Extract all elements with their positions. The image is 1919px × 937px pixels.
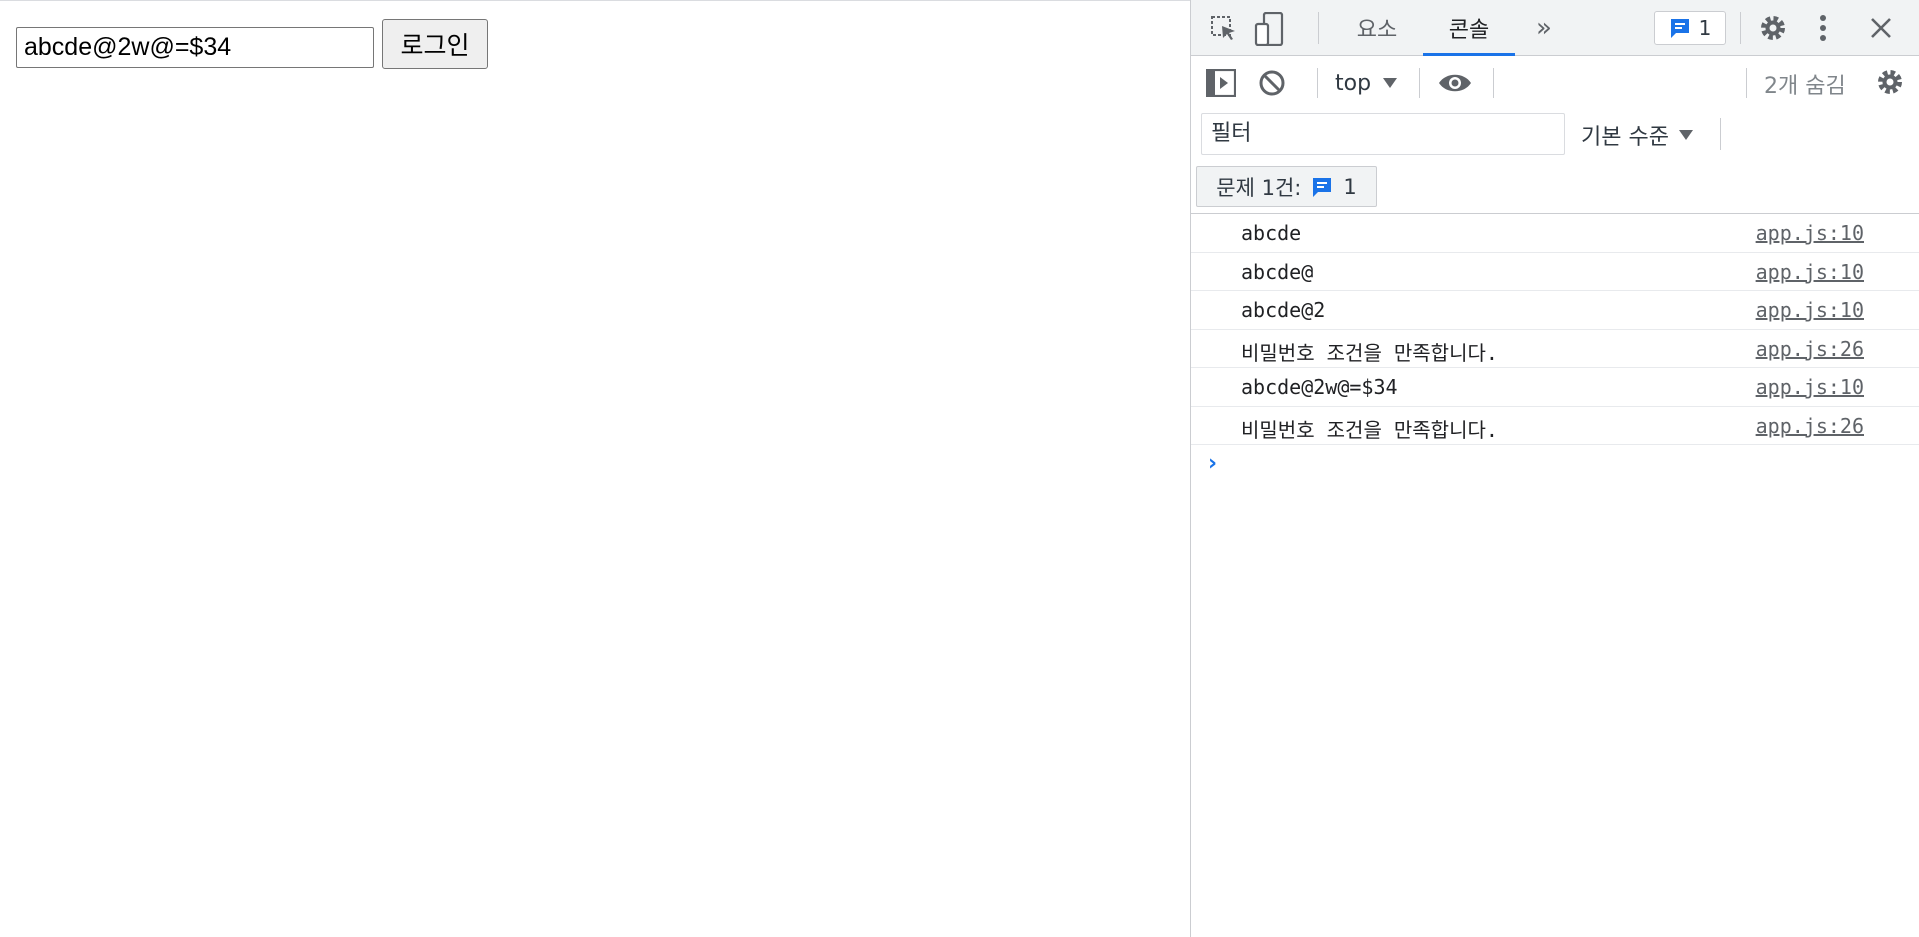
issues-button[interactable]: 문제 1건: 1 xyxy=(1196,166,1377,207)
console-toolbar: top 2개 숨김 xyxy=(1191,56,1919,110)
console-source-link[interactable]: app.js:26 xyxy=(1756,337,1864,361)
dropdown-arrow-icon xyxy=(1383,78,1398,88)
console-message-text: abcde@ xyxy=(1241,259,1314,284)
password-input[interactable]: abcde@2w@=$34 xyxy=(16,27,374,68)
console-settings-gear-icon[interactable] xyxy=(1874,66,1906,98)
console-message-row: abcde@2w@=$34 app.js:10 xyxy=(1191,368,1919,407)
sidebar-toggle-icon[interactable] xyxy=(1205,68,1237,98)
console-message-row: abcde app.js:10 xyxy=(1191,214,1919,253)
tabbar-separator xyxy=(1740,12,1741,44)
context-label: top xyxy=(1335,70,1372,96)
devtools-panel: 요소 콘솔 » 1 top 2개 숨김 필터 기본 수준 문제 1건: 1 ab… xyxy=(1190,0,1919,937)
toolbar-separator xyxy=(1493,68,1494,98)
console-source-link[interactable]: app.js:10 xyxy=(1756,375,1864,399)
console-message-text: 비밀번호 조건을 만족합니다. xyxy=(1241,340,1498,365)
tab-console[interactable]: 콘솔 xyxy=(1423,0,1515,56)
issues-badge-button[interactable]: 1 xyxy=(1654,11,1726,45)
console-message-text: abcde xyxy=(1241,221,1302,245)
close-icon[interactable] xyxy=(1867,14,1895,42)
clear-console-icon[interactable] xyxy=(1257,68,1287,98)
devtools-tabbar: 요소 콘솔 » 1 xyxy=(1191,0,1919,56)
log-level-selector[interactable]: 기본 수준 xyxy=(1581,118,1693,152)
filter-bar: 필터 기본 수준 xyxy=(1191,110,1919,162)
filterbar-separator xyxy=(1720,118,1721,150)
log-level-label: 기본 수준 xyxy=(1581,125,1669,150)
inspect-element-icon[interactable] xyxy=(1209,14,1239,44)
console-message-text: abcde@2w@=$34 xyxy=(1241,375,1398,399)
console-messages: abcde app.js:10 abcde@ app.js:10 abcde@2… xyxy=(1191,214,1919,445)
tab-elements[interactable]: 요소 xyxy=(1343,0,1411,56)
console-message-text: 비밀번호 조건을 만족합니다. xyxy=(1241,417,1498,442)
issues-count: 1 xyxy=(1343,174,1357,199)
dropdown-arrow-icon xyxy=(1678,130,1693,140)
device-toolbar-icon[interactable] xyxy=(1253,12,1285,46)
message-icon xyxy=(1313,177,1332,197)
message-icon xyxy=(1670,19,1689,38)
issues-badge-count: 1 xyxy=(1698,16,1712,40)
tabbar-separator xyxy=(1318,12,1319,44)
console-message-row: abcde@ app.js:10 xyxy=(1191,253,1919,291)
console-message-row: abcde@2 app.js:10 xyxy=(1191,291,1919,330)
console-message-row: 비밀번호 조건을 만족합니다. app.js:26 xyxy=(1191,330,1919,368)
filter-input[interactable]: 필터 xyxy=(1201,113,1565,155)
live-expression-eye-icon[interactable] xyxy=(1437,68,1473,98)
settings-gear-icon[interactable] xyxy=(1757,12,1789,44)
toolbar-separator xyxy=(1317,68,1318,98)
more-tabs-icon[interactable]: » xyxy=(1529,0,1559,56)
context-selector[interactable]: top xyxy=(1335,66,1398,100)
hidden-messages-count: 2개 숨김 xyxy=(1764,74,1846,99)
console-source-link[interactable]: app.js:26 xyxy=(1756,414,1864,438)
console-source-link[interactable]: app.js:10 xyxy=(1756,298,1864,322)
console-prompt-icon[interactable]: › xyxy=(1208,451,1217,476)
issues-label: 문제 1건: xyxy=(1216,175,1302,200)
console-message-row: 비밀번호 조건을 만족합니다. app.js:26 xyxy=(1191,407,1919,445)
toolbar-separator xyxy=(1746,68,1747,98)
page-viewport: abcde@2w@=$34 로그인 xyxy=(0,0,1190,937)
console-source-link[interactable]: app.js:10 xyxy=(1756,221,1864,245)
console-source-link[interactable]: app.js:10 xyxy=(1756,260,1864,284)
login-button[interactable]: 로그인 xyxy=(382,19,488,69)
toolbar-separator xyxy=(1419,68,1420,98)
console-message-text: abcde@2 xyxy=(1241,298,1326,322)
issues-bar: 문제 1건: 1 xyxy=(1191,162,1919,214)
more-options-icon[interactable] xyxy=(1811,12,1835,44)
